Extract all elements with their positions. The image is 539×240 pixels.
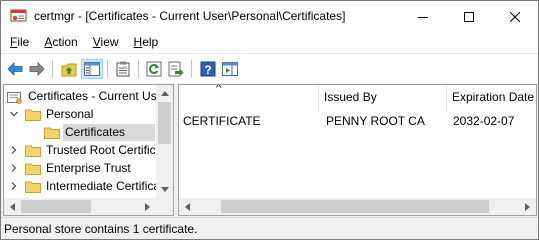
show-hide-action-pane-button[interactable] bbox=[219, 59, 241, 79]
tree-vertical-scroll-thumb[interactable] bbox=[158, 102, 171, 144]
properties-button[interactable] bbox=[112, 59, 134, 79]
column-header-expiration-date[interactable]: Expiration Date bbox=[447, 85, 536, 110]
folder-icon bbox=[44, 126, 60, 139]
maximize-icon bbox=[464, 11, 474, 22]
tree-vertical-scrollbar[interactable] bbox=[156, 85, 173, 198]
minimize-icon bbox=[418, 16, 428, 18]
cell-expiration-date: 2032-02-07 bbox=[453, 114, 515, 128]
scroll-left-arrow-icon[interactable] bbox=[4, 198, 21, 215]
sort-indicator: ^ bbox=[216, 84, 222, 94]
tree-item-certificates-current-user[interactable]: Certificates - Current User bbox=[7, 87, 169, 105]
up-one-level-button[interactable] bbox=[58, 59, 80, 79]
action-pane-icon bbox=[222, 62, 238, 76]
tree-horizontal-scrollbar[interactable] bbox=[4, 198, 156, 215]
scrollbar-corner bbox=[156, 198, 173, 215]
menu-action[interactable]: Action bbox=[36, 32, 84, 53]
maximize-button[interactable] bbox=[446, 1, 492, 32]
forward-arrow-icon bbox=[29, 62, 45, 76]
folder-icon bbox=[25, 144, 41, 157]
list-horizontal-scroll-thumb[interactable] bbox=[221, 200, 489, 213]
toolbar-separator bbox=[191, 60, 192, 78]
toolbar-separator bbox=[107, 60, 108, 78]
show-hide-console-tree-button[interactable] bbox=[81, 59, 103, 79]
svg-text:?: ? bbox=[204, 63, 211, 77]
export-list-button[interactable] bbox=[165, 59, 187, 79]
certmgr-window: certmgr - [Certificates - Current User\P… bbox=[0, 0, 539, 240]
refresh-icon bbox=[146, 61, 162, 77]
forward-button[interactable] bbox=[26, 59, 48, 79]
toolbar-separator bbox=[138, 60, 139, 78]
menu-bar: File Action View Help bbox=[1, 32, 538, 53]
status-text: Personal store contains 1 certificate. bbox=[4, 222, 198, 236]
column-header-issued-by[interactable]: Issued By bbox=[319, 85, 447, 110]
chevron-down-icon[interactable] bbox=[9, 109, 19, 119]
toolbar-separator bbox=[52, 60, 53, 78]
scroll-left-arrow-icon[interactable] bbox=[179, 198, 196, 215]
status-bar: Personal store contains 1 certificate. bbox=[1, 217, 538, 239]
tree-item-enterprise-trust[interactable]: Enterprise Trust bbox=[9, 159, 133, 177]
scroll-up-arrow-icon[interactable] bbox=[156, 85, 173, 102]
up-folder-icon bbox=[61, 63, 77, 76]
chevron-right-icon[interactable] bbox=[9, 181, 19, 191]
window-title: certmgr - [Certificates - Current User\P… bbox=[34, 9, 346, 23]
menu-file[interactable]: File bbox=[1, 32, 36, 53]
title-bar[interactable]: certmgr - [Certificates - Current User\P… bbox=[1, 1, 538, 32]
chevron-right-icon[interactable] bbox=[9, 145, 19, 155]
folder-icon bbox=[25, 180, 41, 193]
console-tree[interactable]: Certificates - Current User Personal Cer… bbox=[3, 84, 174, 216]
tree-horizontal-scroll-thumb[interactable] bbox=[21, 200, 91, 213]
column-header-issued-to[interactable]: ^ bbox=[179, 85, 319, 110]
menu-help[interactable]: Help bbox=[126, 32, 166, 53]
show-hide-tree-icon bbox=[84, 62, 100, 76]
folder-icon bbox=[25, 108, 41, 121]
chevron-right-icon[interactable] bbox=[9, 163, 19, 173]
tree-item-intermediate[interactable]: Intermediate Certification Authorities bbox=[9, 177, 173, 195]
back-button[interactable] bbox=[4, 59, 26, 79]
close-icon bbox=[510, 11, 520, 22]
scroll-right-arrow-icon[interactable] bbox=[519, 198, 536, 215]
scroll-right-arrow-icon[interactable] bbox=[139, 198, 156, 215]
minimize-button[interactable] bbox=[400, 1, 446, 32]
tree-item-certificates[interactable]: Certificates bbox=[44, 123, 156, 141]
clipboard-icon bbox=[116, 61, 130, 77]
menu-view[interactable]: View bbox=[85, 32, 126, 53]
close-button[interactable] bbox=[492, 1, 538, 32]
back-arrow-icon bbox=[7, 62, 23, 76]
tree-item-trusted-root[interactable]: Trusted Root Certification Authorities bbox=[9, 141, 173, 159]
help-icon: ? bbox=[200, 61, 216, 77]
main-area: Certificates - Current User Personal Cer… bbox=[1, 83, 538, 217]
certmgr-app-icon[interactable] bbox=[10, 8, 27, 24]
help-button[interactable]: ? bbox=[197, 59, 219, 79]
toolbar: ? bbox=[1, 53, 538, 83]
certificate-list[interactable]: ^ Issued By Expiration Date CERTIFICATE … bbox=[178, 84, 537, 216]
scroll-down-arrow-icon[interactable] bbox=[156, 181, 173, 198]
refresh-button[interactable] bbox=[143, 59, 165, 79]
certificate-store-icon bbox=[7, 90, 23, 104]
cell-issued-to: CERTIFICATE bbox=[183, 114, 261, 128]
folder-icon bbox=[25, 162, 41, 175]
export-list-icon bbox=[168, 61, 184, 77]
cell-issued-by: PENNY ROOT CA bbox=[326, 114, 425, 128]
list-horizontal-scrollbar[interactable] bbox=[179, 198, 536, 215]
tree-item-personal[interactable]: Personal bbox=[9, 105, 95, 123]
